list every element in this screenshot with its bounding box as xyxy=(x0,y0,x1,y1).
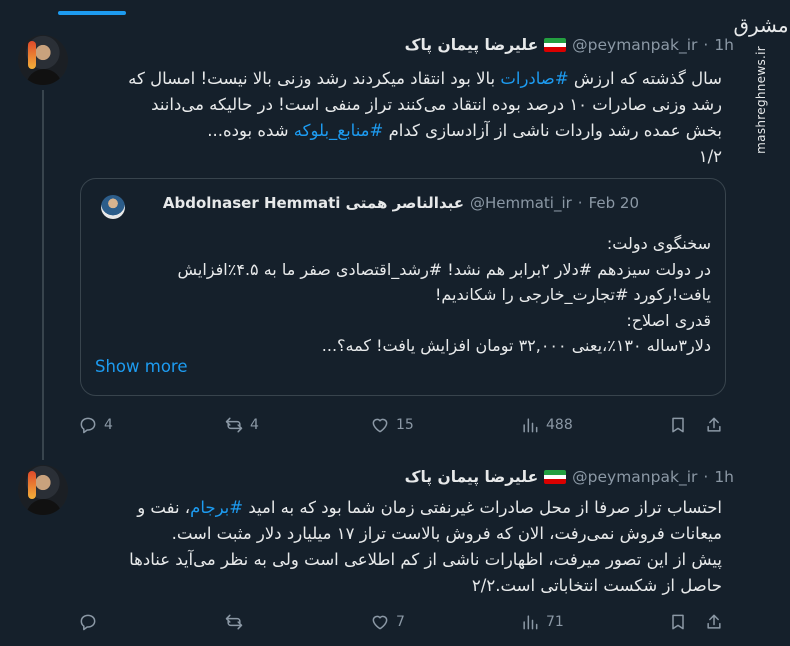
tweet-line: میعانات فروش نمی‌رفت، الان که فروش بالاس… xyxy=(171,524,722,543)
quoted-line: در دولت سیزدهم #دلار ۲برابر هم نشد! #رشد… xyxy=(177,259,711,279)
repost-button[interactable]: 4 xyxy=(224,415,259,435)
tweet-actions: 7 71 xyxy=(78,612,728,636)
bookmark-button[interactable] xyxy=(668,415,688,435)
views-count: 71 xyxy=(546,614,564,630)
author-name[interactable]: علیرضا پیمان پاک xyxy=(405,468,539,486)
repost-icon xyxy=(225,417,243,433)
watermark-logo: مشرق xyxy=(733,13,789,37)
share-icon xyxy=(707,614,721,629)
quoted-line: دلار۳ساله ۱۳۰٪،یعنی ۳۲,۰۰۰ تومان افزایش … xyxy=(321,336,711,355)
heart-icon xyxy=(372,418,388,433)
tweet-line: حاصل از شکست انتخاباتی است.۲/۲ xyxy=(471,576,722,595)
tweet-line: بخش عمده رشد واردات ناشی از آزادسازی کدا… xyxy=(207,121,722,140)
author-handle[interactable]: @peymanpak_ir xyxy=(572,468,697,486)
tweet-1[interactable]: علیرضا پیمان پاک @peymanpak_ir · 1h سال … xyxy=(0,0,740,460)
quoted-text: سخنگوی دولت: در دولت سیزدهم #دلار ۲برابر… xyxy=(101,231,711,359)
share-icon xyxy=(707,417,721,432)
share-button[interactable] xyxy=(704,612,724,632)
quoted-date: Feb 20 xyxy=(588,194,639,212)
heart-icon xyxy=(372,615,388,630)
repost-button[interactable] xyxy=(224,612,250,632)
like-count: 15 xyxy=(396,417,414,433)
iran-flag-icon xyxy=(544,38,567,52)
show-more-link[interactable]: Show more xyxy=(95,357,188,376)
tweet-text: احتساب تراز صرفا از محل صادرات غیرنفتی ز… xyxy=(72,495,722,599)
author-avatar[interactable] xyxy=(18,465,68,515)
tweet-line: پیش از این تصور میرفت، اظهارات ناشی از ک… xyxy=(129,550,722,569)
tweet-actions: 4 4 15 488 xyxy=(78,415,728,439)
tweet-line: ۱/۲ xyxy=(698,147,722,166)
author-handle[interactable]: @peymanpak_ir xyxy=(572,36,697,54)
quoted-line: یافت!رکورد #تجارت_خارجی را شکاندیم! xyxy=(434,285,711,304)
tweet-line: احتساب تراز صرفا از محل صادرات غیرنفتی ز… xyxy=(137,498,722,517)
bookmark-button[interactable] xyxy=(668,612,688,632)
repost-icon xyxy=(225,614,243,630)
analytics-icon xyxy=(523,615,538,630)
author-avatar[interactable] xyxy=(18,35,68,85)
analytics-icon xyxy=(523,418,538,433)
repost-count: 4 xyxy=(250,417,259,433)
reply-icon xyxy=(80,417,96,434)
quoted-line: قدری اصلاح: xyxy=(626,310,711,330)
reply-button[interactable] xyxy=(78,612,104,632)
reply-icon xyxy=(80,614,96,631)
quoted-author-avatar xyxy=(101,195,125,219)
like-button[interactable]: 7 xyxy=(370,612,405,632)
separator-dot: · xyxy=(577,194,583,212)
quoted-tweet[interactable]: Abdolnaser Hemmati عبدالناصر همتی @Hemma… xyxy=(80,178,726,396)
views-button[interactable]: 71 xyxy=(520,612,564,632)
hashtag-link[interactable]: #صادرات xyxy=(500,69,568,88)
reply-button[interactable]: 4 xyxy=(78,415,113,435)
quoted-header: Abdolnaser Hemmati عبدالناصر همتی @Hemma… xyxy=(163,194,639,212)
tweet-2[interactable]: علیرضا پیمان پاک @peymanpak_ir · 1h احتس… xyxy=(0,455,740,646)
views-button[interactable]: 488 xyxy=(520,415,573,435)
views-count: 488 xyxy=(546,417,573,433)
tweet-time[interactable]: 1h xyxy=(714,468,734,486)
tweet-header: علیرضا پیمان پاک @peymanpak_ir · 1h xyxy=(405,36,734,54)
hashtag-link[interactable]: #منابع_بلوکه xyxy=(294,121,384,140)
watermark: مشرق mashreghnews.ir xyxy=(733,14,788,154)
watermark-url: mashreghnews.ir xyxy=(754,46,768,154)
hashtag-link[interactable]: #برجام xyxy=(190,498,243,517)
like-button[interactable]: 15 xyxy=(370,415,414,435)
bookmark-icon xyxy=(672,614,684,630)
reply-count: 4 xyxy=(104,417,113,433)
like-count: 7 xyxy=(396,614,405,630)
bookmark-icon xyxy=(672,417,684,433)
thread-connector-line xyxy=(42,90,44,460)
quoted-line: سخنگوی دولت: xyxy=(606,234,711,253)
separator-dot: · xyxy=(703,36,709,54)
share-button[interactable] xyxy=(704,415,724,435)
tweet-line: رشد وزنی صادرات ۱۰ درصد بوده انتقاد می‌ک… xyxy=(151,95,722,114)
tweet-line: سال گذشته که ارزش #صادرات بالا بود انتقا… xyxy=(128,69,722,88)
separator-dot: · xyxy=(703,468,709,486)
quoted-author-handle: @Hemmati_ir xyxy=(469,194,572,212)
tweet-time[interactable]: 1h xyxy=(714,36,734,54)
iran-flag-icon xyxy=(544,470,567,484)
tweet-text: سال گذشته که ارزش #صادرات بالا بود انتقا… xyxy=(72,66,722,170)
quoted-author-name: Abdolnaser Hemmati عبدالناصر همتی xyxy=(162,194,464,212)
author-name[interactable]: علیرضا پیمان پاک xyxy=(405,36,539,54)
tweet-header: علیرضا پیمان پاک @peymanpak_ir · 1h xyxy=(405,468,734,486)
